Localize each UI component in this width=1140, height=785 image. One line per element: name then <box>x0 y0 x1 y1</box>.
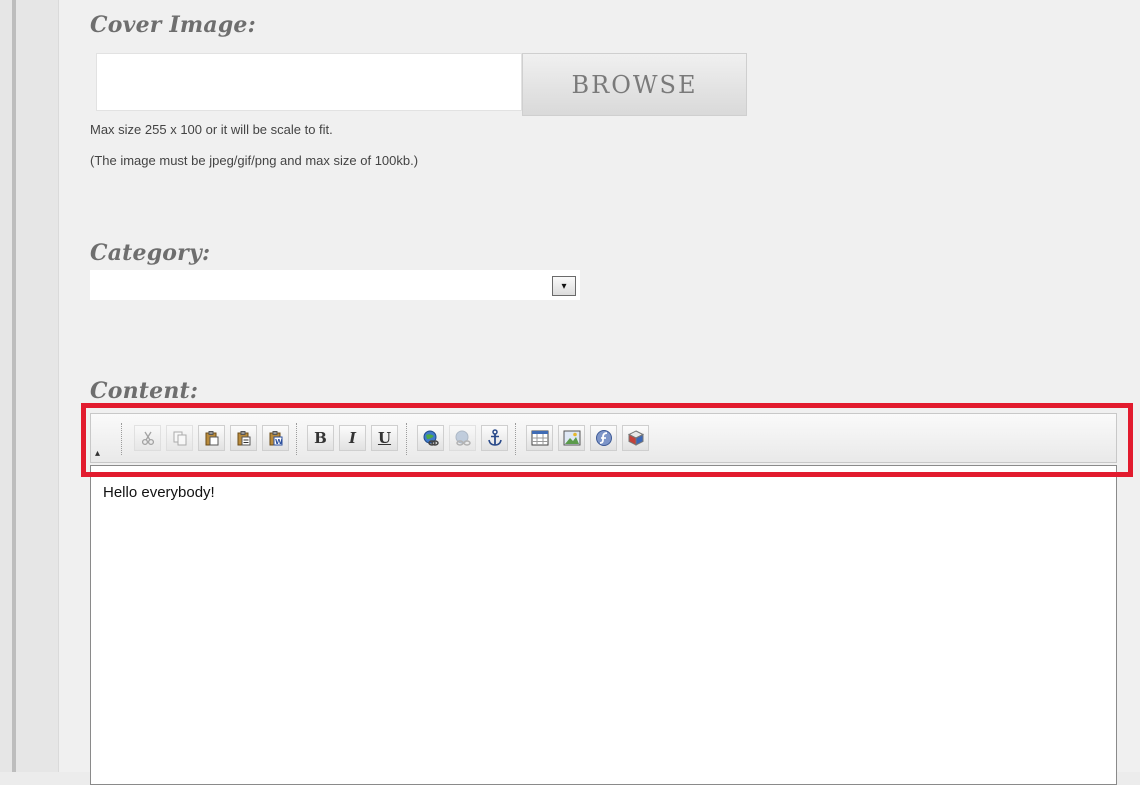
content-editor[interactable]: Hello everybody! <box>90 465 1117 785</box>
link-button[interactable] <box>417 425 444 451</box>
paste-icon <box>205 431 218 446</box>
cover-image-help-size: Max size 255 x 100 or it will be scale t… <box>90 122 333 137</box>
table-button[interactable] <box>526 425 553 451</box>
copy-button[interactable] <box>166 425 193 451</box>
italic-button[interactable]: I <box>339 425 366 451</box>
unlink-button[interactable] <box>449 425 476 451</box>
toolbar-separator <box>296 423 299 455</box>
plugin-button[interactable] <box>622 425 649 451</box>
cover-image-help-format: (The image must be jpeg/gif/png and max … <box>90 153 419 168</box>
unlink-icon <box>455 430 471 446</box>
link-icon <box>423 430 439 446</box>
editor-content-text[interactable]: Hello everybody! <box>103 484 215 501</box>
cut-button[interactable] <box>134 425 161 451</box>
toolbar-separator <box>515 423 518 455</box>
collapse-toolbar-icon[interactable]: ▴ <box>95 448 100 459</box>
image-button[interactable] <box>558 425 585 451</box>
paste-text-icon <box>237 431 250 446</box>
cut-icon <box>141 431 154 446</box>
table-icon <box>531 430 548 446</box>
chevron-down-icon[interactable]: ▾ <box>552 276 576 296</box>
left-rail <box>0 0 59 772</box>
toolbar-separator <box>406 423 409 455</box>
paste-button[interactable] <box>198 425 225 451</box>
content-label: Content: <box>90 378 199 404</box>
paste-word-button[interactable]: W <box>262 425 289 451</box>
category-select[interactable] <box>90 270 580 300</box>
underline-button[interactable]: U <box>371 425 398 451</box>
browse-button[interactable]: BROWSE <box>522 53 747 116</box>
paste-text-button[interactable] <box>230 425 257 451</box>
flash-button[interactable] <box>590 425 617 451</box>
cover-image-label: Cover Image: <box>90 12 256 38</box>
toolbar-separator <box>121 423 124 455</box>
italic-icon: I <box>348 429 357 447</box>
bold-icon: B <box>314 429 327 447</box>
flash-icon <box>595 430 612 446</box>
anchor-icon <box>487 429 502 446</box>
rail-divider <box>12 0 16 772</box>
svg-text:W: W <box>275 438 283 446</box>
copy-icon <box>173 431 186 446</box>
editor-toolbar: ▴ W B I U <box>90 413 1117 463</box>
paste-word-icon: W <box>269 431 283 446</box>
bold-button[interactable]: B <box>307 425 334 451</box>
underline-icon: U <box>377 429 392 447</box>
category-label: Category: <box>90 240 211 266</box>
image-icon <box>563 430 580 446</box>
cover-image-file-field[interactable] <box>96 53 522 111</box>
anchor-button[interactable] <box>481 425 508 451</box>
plugin-icon <box>627 430 644 446</box>
